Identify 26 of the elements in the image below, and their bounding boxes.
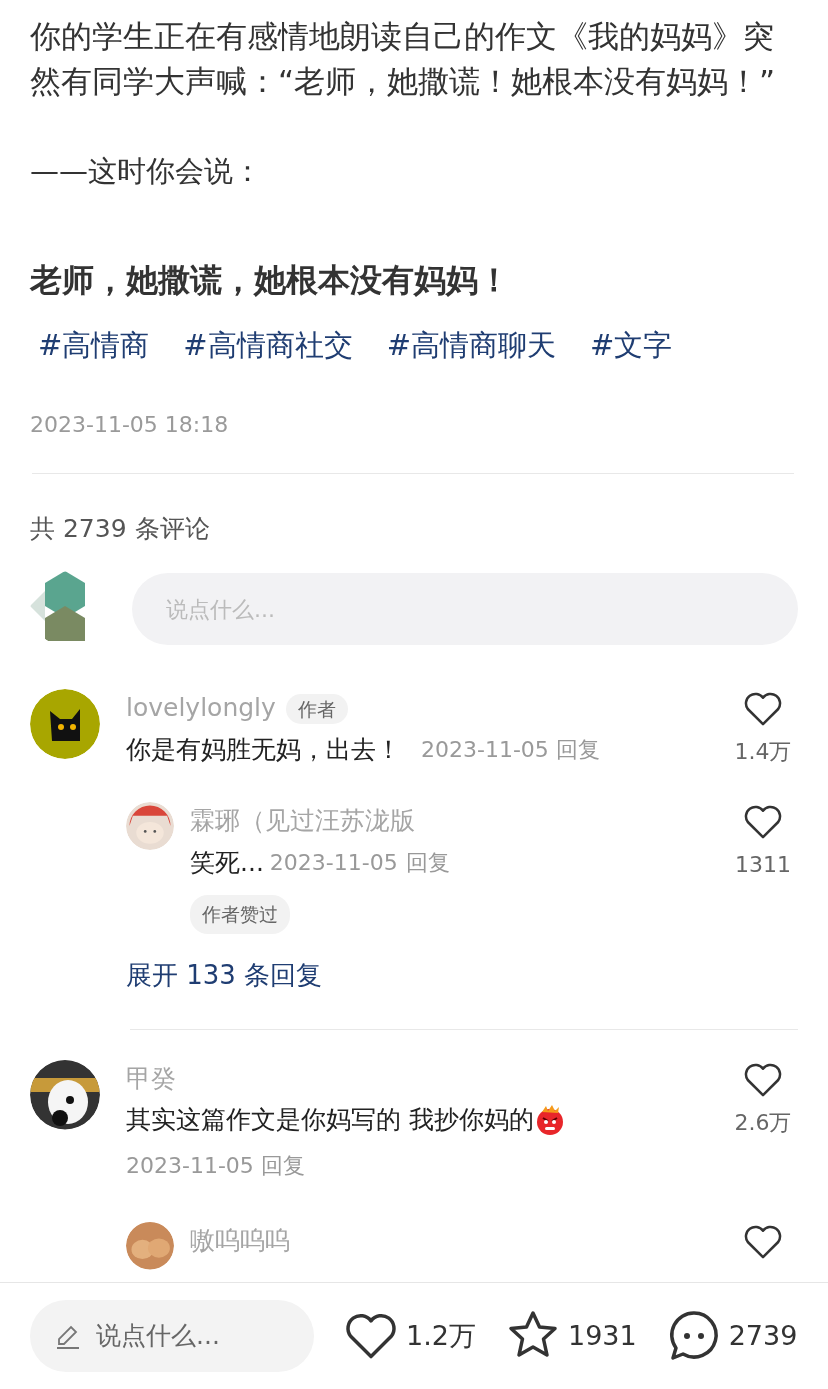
post-text: ——这时你会说： bbox=[30, 153, 263, 190]
like-count: 1311 bbox=[735, 851, 791, 879]
comment-input[interactable]: 说点什么... bbox=[30, 1300, 314, 1372]
comment-date: 2023-11-05 bbox=[269, 848, 398, 877]
liked-by-author-tag: 作者赞过 bbox=[190, 895, 290, 934]
like-count: 2.6万 bbox=[734, 1108, 792, 1137]
comment-count: 共 2739 条评论 bbox=[30, 512, 211, 545]
author-badge: 作者 bbox=[285, 694, 348, 724]
hashtag-link[interactable]: #高情商社交 bbox=[175, 324, 353, 368]
hashtag-link[interactable]: #文字 bbox=[581, 324, 673, 368]
expand-replies-link[interactable]: 展开 133 条回复 bbox=[126, 955, 323, 995]
comment-text: 其实这篇作文是你妈写的 我抄你妈的 bbox=[126, 1104, 534, 1136]
hashtag-link[interactable]: #高情商 bbox=[30, 324, 150, 368]
like-count: 1.4万 bbox=[734, 738, 792, 766]
post-text: 你的学生正在有感情地朗读自己的作文《我的妈妈》突然有同学大声喊：“老师，她撒谎！她根本没有妈妈！” bbox=[30, 17, 777, 101]
hashtag-link[interactable]: #高情商聊天 bbox=[378, 324, 556, 368]
comment-date: 2023-11-05 bbox=[421, 736, 550, 762]
comment-input[interactable]: 说点什么... bbox=[132, 573, 798, 645]
comment-text: 笑死... bbox=[190, 846, 264, 879]
comment-date: 2023-11-05 bbox=[126, 1152, 255, 1178]
comment-button[interactable]: 2739 bbox=[666, 1309, 798, 1363]
comment-text: 你是有妈胜无妈，出去！ bbox=[126, 733, 401, 766]
favorite-button[interactable]: 1931 bbox=[505, 1309, 637, 1363]
post-text: 老师，她撒谎，她根本没有妈妈！ bbox=[30, 260, 511, 301]
like-button[interactable]: 1.2万 bbox=[344, 1309, 476, 1363]
post-date: 2023-11-05 18:18 bbox=[30, 410, 230, 439]
